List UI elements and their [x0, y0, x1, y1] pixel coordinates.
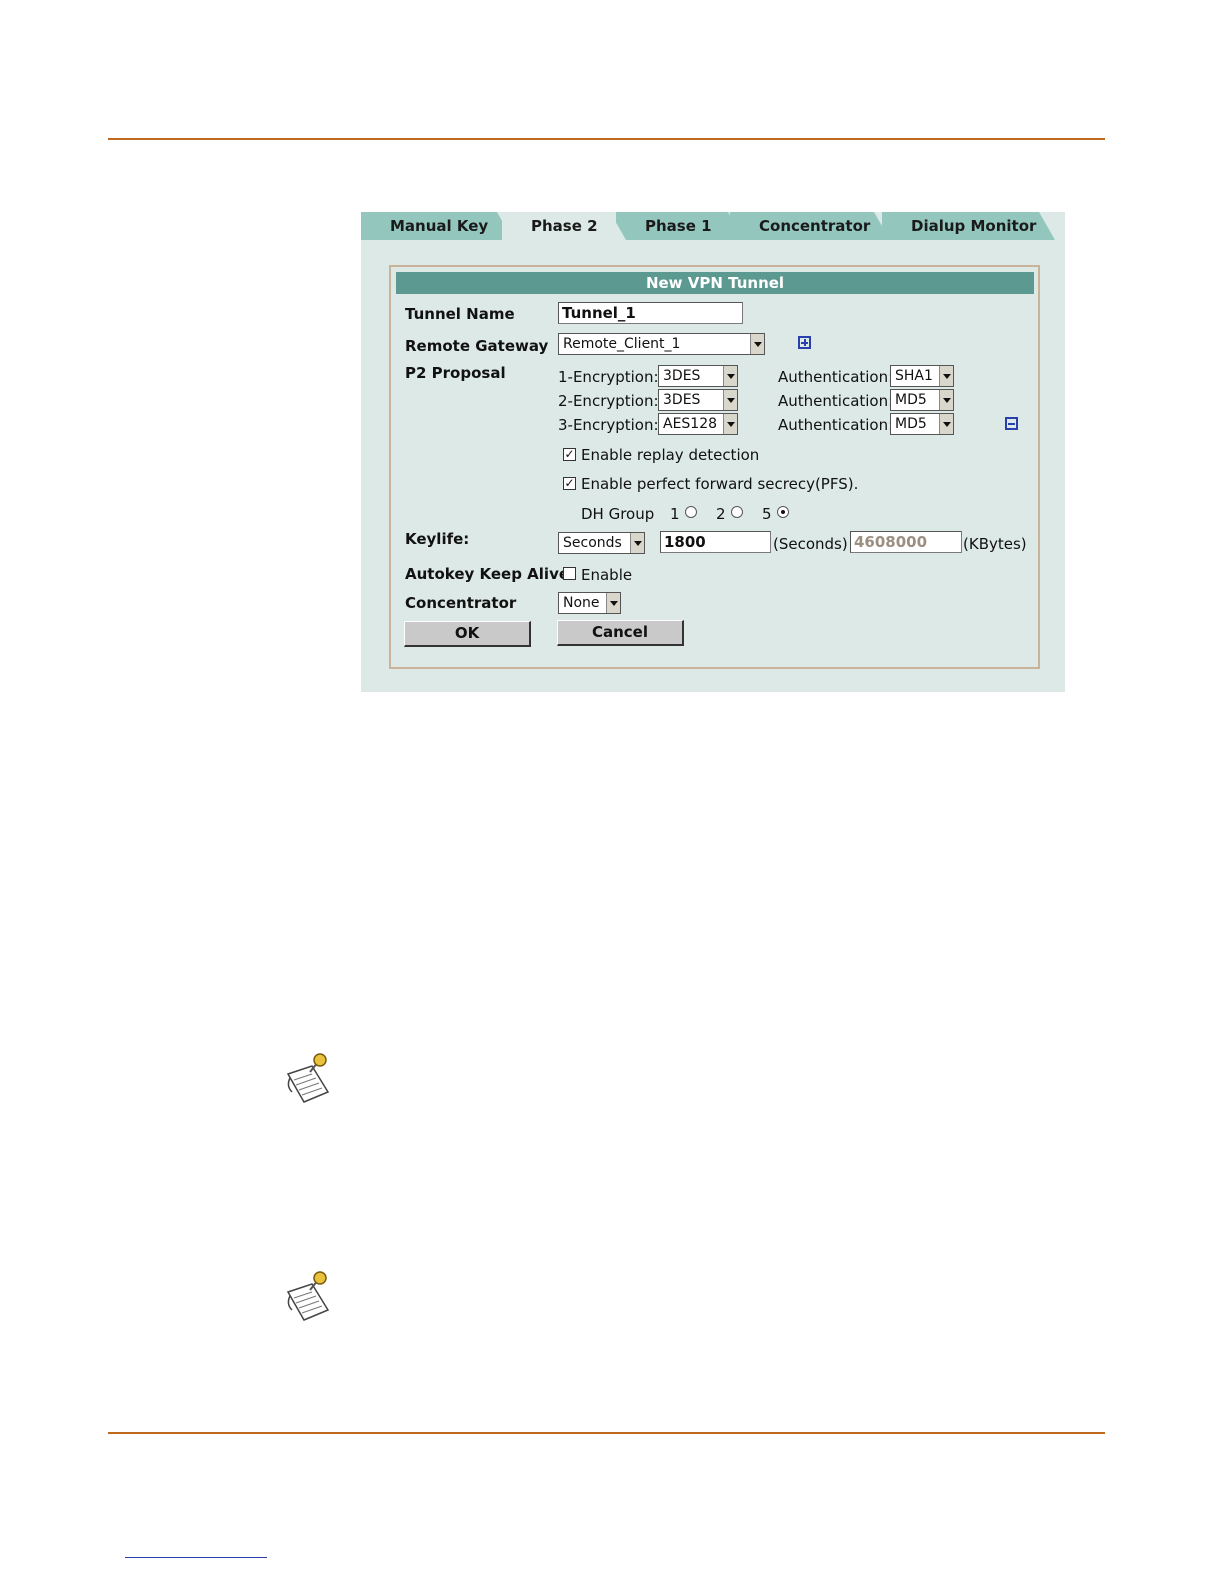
autokey-keep-alive-label: Autokey Keep Alive — [405, 565, 570, 583]
concentrator-label: Concentrator — [405, 594, 517, 612]
remote-gateway-select[interactable]: Remote_Client_1 — [558, 333, 765, 355]
authentication-3-label: Authentication: — [778, 416, 894, 434]
chevron-down-icon — [750, 334, 764, 354]
pfs-checkbox[interactable]: ✓ — [563, 477, 576, 490]
note-pushpin-icon — [286, 1053, 330, 1103]
encryption-1-select[interactable]: 3DES — [658, 365, 738, 387]
chevron-down-icon — [939, 414, 953, 434]
tunnel-name-label: Tunnel Name — [405, 305, 515, 323]
dh-group-1-radio[interactable] — [685, 506, 697, 518]
authentication-3-select[interactable]: MD5 — [890, 413, 954, 435]
tab-bar: Dialup Monitor Concentrator Phase 1 Manu… — [361, 212, 1065, 240]
chevron-down-icon — [630, 533, 644, 553]
keylife-label: Keylife: — [405, 530, 470, 548]
cancel-button[interactable]: Cancel — [557, 620, 684, 646]
tab-phase-1[interactable]: Phase 1 — [616, 212, 744, 240]
keylife-seconds-unit: (Seconds) — [773, 535, 848, 553]
dh-group-1-label: 1 — [670, 505, 680, 523]
note-pushpin-icon — [286, 1271, 330, 1321]
footer-link-underline — [125, 1557, 267, 1558]
plus-square-icon[interactable] — [798, 336, 811, 349]
header-rule — [108, 138, 1105, 140]
dh-group-2-radio[interactable] — [731, 506, 743, 518]
minus-square-icon[interactable] — [1005, 417, 1018, 430]
vpn-screenshot: Dialup Monitor Concentrator Phase 1 Manu… — [361, 212, 1065, 692]
tunnel-name-input[interactable]: Tunnel_1 — [558, 302, 743, 324]
chevron-down-icon — [939, 390, 953, 410]
authentication-2-select[interactable]: MD5 — [890, 389, 954, 411]
encryption-3-select[interactable]: AES128 — [658, 413, 738, 435]
dh-group-5-radio[interactable] — [777, 506, 789, 518]
remote-gateway-label: Remote Gateway — [405, 337, 549, 355]
encryption-3-label: 3-Encryption: — [558, 416, 659, 434]
keylife-seconds-input[interactable]: 1800 — [660, 531, 771, 553]
concentrator-select[interactable]: None — [558, 592, 621, 614]
encryption-2-label: 2-Encryption: — [558, 392, 659, 410]
encryption-2-select[interactable]: 3DES — [658, 389, 738, 411]
form-title: New VPN Tunnel — [396, 272, 1034, 294]
p2-proposal-label: P2 Proposal — [405, 364, 506, 382]
chevron-down-icon — [723, 390, 737, 410]
pfs-label: Enable perfect forward secrecy(PFS). — [581, 475, 859, 493]
replay-detection-label: Enable replay detection — [581, 446, 760, 464]
footer-rule — [108, 1432, 1105, 1434]
authentication-1-select[interactable]: SHA1 — [890, 365, 954, 387]
chevron-down-icon — [723, 414, 737, 434]
authentication-1-label: Authentication: — [778, 368, 894, 386]
keylife-type-select[interactable]: Seconds — [558, 532, 645, 554]
keylife-kbytes-unit: (KBytes) — [963, 535, 1027, 553]
chevron-down-icon — [939, 366, 953, 386]
dh-group-2-label: 2 — [716, 505, 726, 523]
tab-phase-2[interactable]: Phase 2 — [502, 212, 626, 240]
replay-detection-checkbox[interactable]: ✓ — [563, 448, 576, 461]
ok-button[interactable]: OK — [404, 621, 531, 647]
tab-concentrator[interactable]: Concentrator — [730, 212, 890, 240]
tab-manual-key[interactable]: Manual Key — [361, 212, 513, 240]
dh-group-label: DH Group — [581, 505, 655, 523]
autokey-enable-checkbox[interactable] — [563, 567, 576, 580]
chevron-down-icon — [606, 593, 620, 613]
tab-dialup-monitor[interactable]: Dialup Monitor — [882, 212, 1055, 240]
encryption-1-label: 1-Encryption: — [558, 368, 659, 386]
chevron-down-icon — [723, 366, 737, 386]
dh-group-5-label: 5 — [762, 505, 772, 523]
autokey-enable-label: Enable — [581, 566, 633, 584]
keylife-kbytes-input[interactable]: 4608000 — [850, 531, 962, 553]
authentication-2-label: Authentication: — [778, 392, 894, 410]
